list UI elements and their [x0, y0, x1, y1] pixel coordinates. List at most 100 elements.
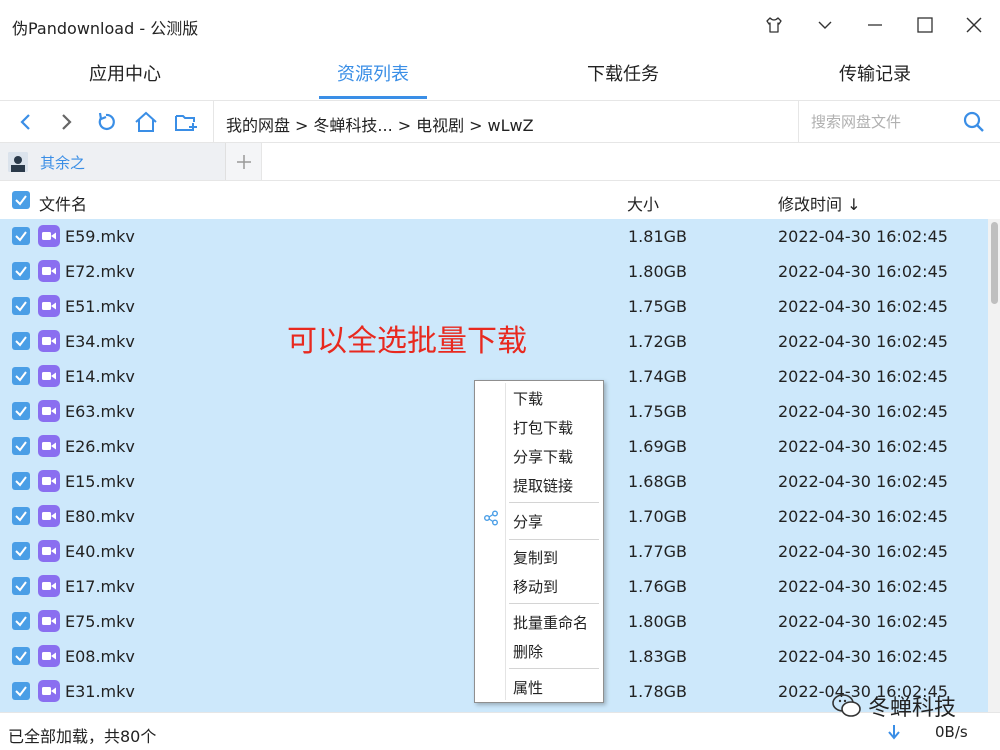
table-row[interactable]: E72.mkv 1.80GB 2022-04-30 16:02:45	[0, 254, 988, 289]
file-name: E15.mkv	[65, 472, 135, 491]
file-size: 1.75GB	[628, 297, 687, 316]
file-name: E80.mkv	[65, 507, 135, 526]
column-size-header[interactable]: 大小	[627, 191, 659, 215]
video-file-icon	[38, 505, 60, 527]
breadcrumb-separator: >	[397, 116, 412, 135]
menu-item-copy-to[interactable]: 复制到	[513, 547, 558, 568]
select-all-checkbox[interactable]	[12, 191, 30, 209]
file-modified: 2022-04-30 16:02:45	[778, 262, 948, 281]
row-checkbox[interactable]	[12, 647, 30, 665]
row-checkbox[interactable]	[12, 367, 30, 385]
file-size: 1.69GB	[628, 437, 687, 456]
file-modified: 2022-04-30 16:02:45	[778, 472, 948, 491]
close-button[interactable]	[962, 13, 986, 37]
home-icon[interactable]	[133, 109, 159, 135]
download-speed: 0B/s	[935, 723, 968, 741]
file-name: E72.mkv	[65, 262, 135, 281]
file-size: 1.68GB	[628, 472, 687, 491]
menu-item-delete[interactable]: 删除	[513, 641, 543, 662]
account-tabs: 其余之	[0, 143, 1000, 181]
wechat-logo	[832, 694, 861, 717]
minimize-button[interactable]	[863, 13, 887, 37]
row-checkbox[interactable]	[12, 542, 30, 560]
breadcrumb-tv-series[interactable]: 电视剧	[416, 116, 464, 135]
menu-item-download[interactable]: 下载	[513, 388, 543, 409]
file-size: 1.75GB	[628, 402, 687, 421]
video-file-icon	[38, 365, 60, 387]
file-name: E59.mkv	[65, 227, 135, 246]
new-folder-icon[interactable]	[173, 109, 199, 135]
navigation-bar: 我的网盘 > 冬蝉科技... > 电视剧 > wLwZ	[0, 100, 1000, 143]
file-name: E40.mkv	[65, 542, 135, 561]
file-modified: 2022-04-30 16:02:45	[778, 647, 948, 666]
row-checkbox[interactable]	[12, 682, 30, 700]
row-checkbox[interactable]	[12, 402, 30, 420]
menu-separator	[509, 539, 599, 540]
file-size: 1.77GB	[628, 542, 687, 561]
breadcrumb-current[interactable]: wLwZ	[488, 116, 534, 135]
menu-item-pack-download[interactable]: 打包下载	[513, 417, 573, 438]
file-name: E34.mkv	[65, 332, 135, 351]
forward-arrow-icon[interactable]	[53, 109, 79, 135]
menu-item-properties[interactable]: 属性	[513, 677, 543, 698]
menu-item-batch-rename[interactable]: 批量重命名	[513, 612, 588, 633]
scrollbar-thumb[interactable]	[991, 222, 998, 304]
main-tabs: 应用中心 资源列表 下载任务 传输记录	[0, 50, 1000, 100]
breadcrumb-folder[interactable]: 冬蝉科技...	[313, 116, 392, 135]
file-size: 1.76GB	[628, 577, 687, 596]
file-name: E08.mkv	[65, 647, 135, 666]
refresh-icon[interactable]	[93, 109, 119, 135]
file-modified: 2022-04-30 16:02:45	[778, 612, 948, 631]
file-modified: 2022-04-30 16:02:45	[778, 437, 948, 456]
menu-item-extract-link[interactable]: 提取链接	[513, 475, 573, 496]
row-checkbox[interactable]	[12, 507, 30, 525]
row-checkbox[interactable]	[12, 332, 30, 350]
tab-resource-list[interactable]: 资源列表	[248, 50, 498, 100]
status-text: 已全部加载，共80个	[8, 727, 157, 746]
menu-item-share-download[interactable]: 分享下载	[513, 446, 573, 467]
file-modified: 2022-04-30 16:02:45	[778, 507, 948, 526]
back-arrow-icon[interactable]	[13, 109, 39, 135]
download-speed-icon	[886, 723, 902, 745]
account-tab[interactable]: 其余之	[0, 143, 226, 180]
search-input[interactable]	[811, 111, 951, 133]
file-modified: 2022-04-30 16:02:45	[778, 402, 948, 421]
video-file-icon	[38, 225, 60, 247]
chevron-down-icon[interactable]	[813, 13, 837, 37]
file-size: 1.72GB	[628, 332, 687, 351]
row-checkbox[interactable]	[12, 297, 30, 315]
breadcrumb-separator: >	[295, 116, 309, 135]
row-checkbox[interactable]	[12, 262, 30, 280]
account-tab-label: 其余之	[40, 154, 86, 172]
file-name: E31.mkv	[65, 682, 135, 701]
row-checkbox[interactable]	[12, 437, 30, 455]
file-modified: 2022-04-30 16:02:45	[778, 577, 948, 596]
video-file-icon	[38, 575, 60, 597]
row-checkbox[interactable]	[12, 227, 30, 245]
menu-item-share[interactable]: 分享	[513, 511, 543, 532]
share-icon	[483, 510, 499, 530]
tab-download-tasks[interactable]: 下载任务	[498, 50, 748, 100]
search-icon[interactable]	[962, 110, 986, 138]
tab-app-center[interactable]: 应用中心	[0, 50, 250, 100]
file-name: E75.mkv	[65, 612, 135, 631]
menu-separator	[509, 502, 599, 503]
menu-icon-gutter	[505, 383, 506, 700]
file-name: E51.mkv	[65, 297, 135, 316]
column-name-header[interactable]: 文件名	[39, 191, 87, 215]
row-checkbox[interactable]	[12, 612, 30, 630]
file-size: 1.70GB	[628, 507, 687, 526]
table-row[interactable]: E59.mkv 1.81GB 2022-04-30 16:02:45	[0, 219, 988, 254]
skin-icon[interactable]	[762, 13, 786, 37]
maximize-button[interactable]	[913, 13, 937, 37]
file-name: E17.mkv	[65, 577, 135, 596]
row-checkbox[interactable]	[12, 577, 30, 595]
column-modified-header[interactable]: 修改时间 ↓	[778, 191, 861, 215]
watermark: 冬蝉科技	[832, 688, 956, 724]
add-tab-button[interactable]	[226, 143, 262, 180]
menu-item-move-to[interactable]: 移动到	[513, 576, 558, 597]
row-checkbox[interactable]	[12, 472, 30, 490]
tab-transfer-records[interactable]: 传输记录	[750, 50, 1000, 100]
breadcrumb-my-drive[interactable]: 我的网盘	[226, 116, 290, 135]
video-file-icon	[38, 645, 60, 667]
